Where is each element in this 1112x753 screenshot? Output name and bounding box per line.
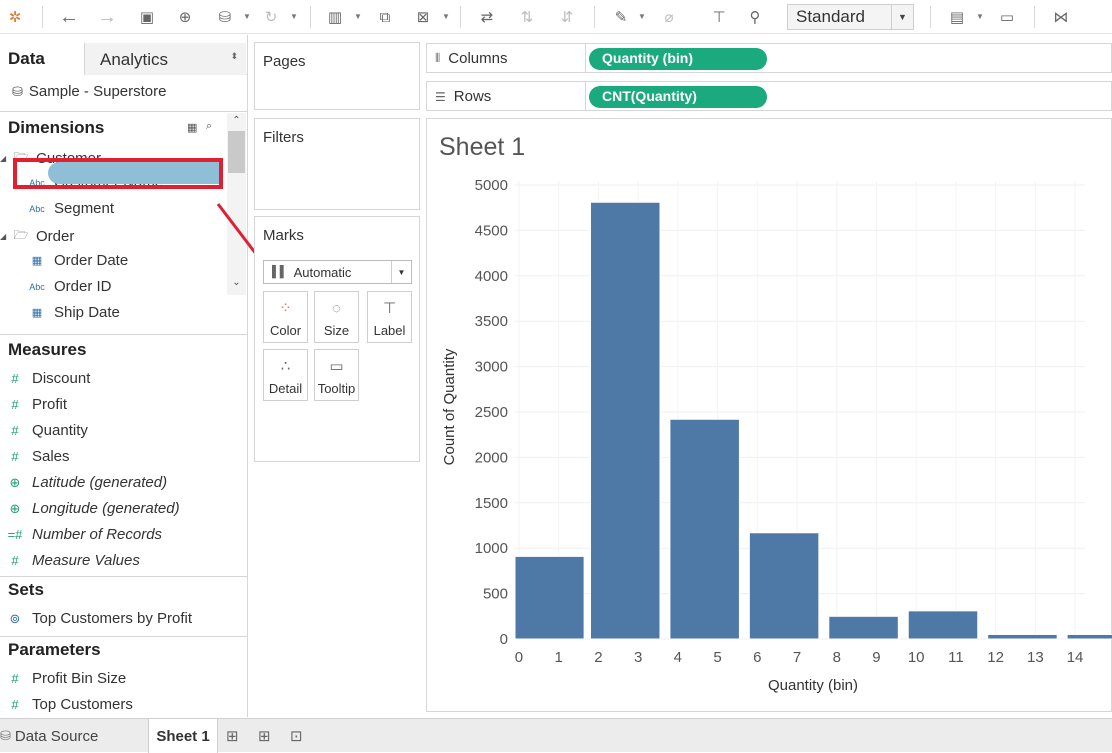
tooltip-button[interactable]: ▭ Tooltip xyxy=(314,349,359,401)
y-tick-label: 5000 xyxy=(475,177,508,194)
pages-card[interactable]: Pages xyxy=(254,42,420,110)
mark-button-label: Color xyxy=(269,323,302,338)
color-icon: ⁘ xyxy=(279,300,292,317)
y-axis-label: Count of Quantity xyxy=(441,348,458,465)
x-tick-label: 10 xyxy=(908,649,925,666)
histogram-chart: 0 500 1000 1500 2000 2500 3000 3500 4000 4500 5000… xyxy=(441,177,1112,694)
columns-label-text: Columns xyxy=(448,50,508,67)
mark-button-label: Tooltip xyxy=(317,381,356,396)
bar-chart-icon: ▌▌ xyxy=(272,266,288,278)
x-tick-label: 14 xyxy=(1067,649,1084,666)
x-tick-label: 0 xyxy=(515,649,523,666)
data-source-tab[interactable]: ⛁ Data Source xyxy=(0,719,98,753)
y-tick-label: 2500 xyxy=(475,404,508,421)
label-icon: ⊤ xyxy=(382,300,397,317)
y-tick-label: 4500 xyxy=(475,222,508,239)
histogram-bar[interactable] xyxy=(828,615,899,640)
x-tick-label: 1 xyxy=(555,649,563,666)
mark-button-label: Detail xyxy=(268,381,303,396)
color-button[interactable]: ⁘ Color xyxy=(263,291,308,343)
rows-label: ☰ Rows xyxy=(435,88,491,105)
marks-card: Marks ▌▌ Automatic ▼ ⁘ Color ◌ Size ⊤ La… xyxy=(254,216,420,462)
x-tick-label: 8 xyxy=(833,649,841,666)
columns-pill[interactable]: Quantity (bin) xyxy=(589,48,767,70)
rows-label-text: Rows xyxy=(453,88,492,105)
histogram-bar[interactable] xyxy=(987,633,1058,640)
columns-shelf[interactable]: ⦀ Columns Quantity (bin) xyxy=(426,43,1112,73)
bars xyxy=(514,201,1112,640)
detail-button[interactable]: ∴ Detail xyxy=(263,349,308,401)
y-tick-label: 0 xyxy=(500,631,508,648)
histogram-bar[interactable] xyxy=(669,418,740,640)
mark-button-label: Label xyxy=(373,323,406,338)
filters-card[interactable]: Filters xyxy=(254,118,420,210)
x-tick-label: 6 xyxy=(753,649,761,666)
y-tick-label: 4000 xyxy=(475,268,508,285)
histogram-bar[interactable] xyxy=(907,610,979,640)
y-tick-label: 2000 xyxy=(475,449,508,466)
pages-title: Pages xyxy=(263,53,306,70)
tab-sheet-1[interactable]: Sheet 1 xyxy=(148,719,218,753)
x-tick-label: 7 xyxy=(793,649,801,666)
x-tick-label: 2 xyxy=(594,649,602,666)
mark-type-value: Automatic xyxy=(293,264,352,280)
filters-title: Filters xyxy=(263,129,304,146)
histogram-bar[interactable] xyxy=(1066,633,1112,640)
histogram-bar[interactable] xyxy=(589,201,661,640)
rows-icon: ☰ xyxy=(435,89,446,104)
worksheet-view: Sheet 1 0 500 1000 1500 2000 2500 3000 3500 4000… xyxy=(426,118,1112,712)
x-axis-label: Quantity (bin) xyxy=(768,677,858,694)
x-tick-label: 3 xyxy=(634,649,642,666)
label-button[interactable]: ⊤ Label xyxy=(367,291,412,343)
x-tick-label: 11 xyxy=(948,649,964,666)
histogram-bar[interactable] xyxy=(514,555,585,640)
x-tick-label: 12 xyxy=(987,649,1004,666)
y-tick-label: 3500 xyxy=(475,313,508,330)
mark-button-label: Size xyxy=(323,323,350,338)
size-button[interactable]: ◌ Size xyxy=(314,291,359,343)
y-tick-label: 500 xyxy=(483,586,508,603)
bottom-tab-bar: ⛁ Data Source Sheet 1 ⊞ ⊞ ⊡ xyxy=(0,718,1112,753)
histogram-bar[interactable] xyxy=(748,532,820,640)
columns-label: ⦀ Columns xyxy=(435,50,507,67)
columns-icon: ⦀ xyxy=(435,51,441,65)
x-tick-label: 5 xyxy=(713,649,721,666)
x-tick-label: 13 xyxy=(1027,649,1044,666)
new-worksheet-icon[interactable]: ⊞ xyxy=(226,719,239,753)
divider xyxy=(585,82,586,110)
mark-type-select[interactable]: ▌▌ Automatic ▼ xyxy=(263,260,412,284)
x-axis-ticks: 0 1 2 3 4 5 6 7 8 9 10 11 12 13 14 xyxy=(515,649,1084,666)
y-tick-label: 1500 xyxy=(475,495,508,512)
size-icon: ◌ xyxy=(332,300,341,317)
y-axis-ticks: 0 500 1000 1500 2000 2500 3000 3500 4000 4500 5000 xyxy=(475,177,508,648)
tooltip-icon: ▭ xyxy=(329,358,344,375)
new-dashboard-icon[interactable]: ⊞ xyxy=(258,719,271,753)
data-source-label: Data Source xyxy=(14,727,99,745)
detail-icon: ∴ xyxy=(280,358,291,375)
datasource-icon: ⛁ xyxy=(0,728,11,743)
marks-title: Marks xyxy=(263,227,304,244)
x-tick-label: 4 xyxy=(674,649,682,666)
rows-shelf[interactable]: ☰ Rows CNT(Quantity) xyxy=(426,81,1112,111)
chevron-down-icon: ▼ xyxy=(391,261,411,283)
y-tick-label: 3000 xyxy=(475,359,508,376)
rows-pill[interactable]: CNT(Quantity) xyxy=(589,86,767,108)
new-story-icon[interactable]: ⊡ xyxy=(290,719,303,753)
y-tick-label: 1000 xyxy=(475,540,508,557)
x-tick-label: 9 xyxy=(872,649,880,666)
divider xyxy=(585,44,586,72)
